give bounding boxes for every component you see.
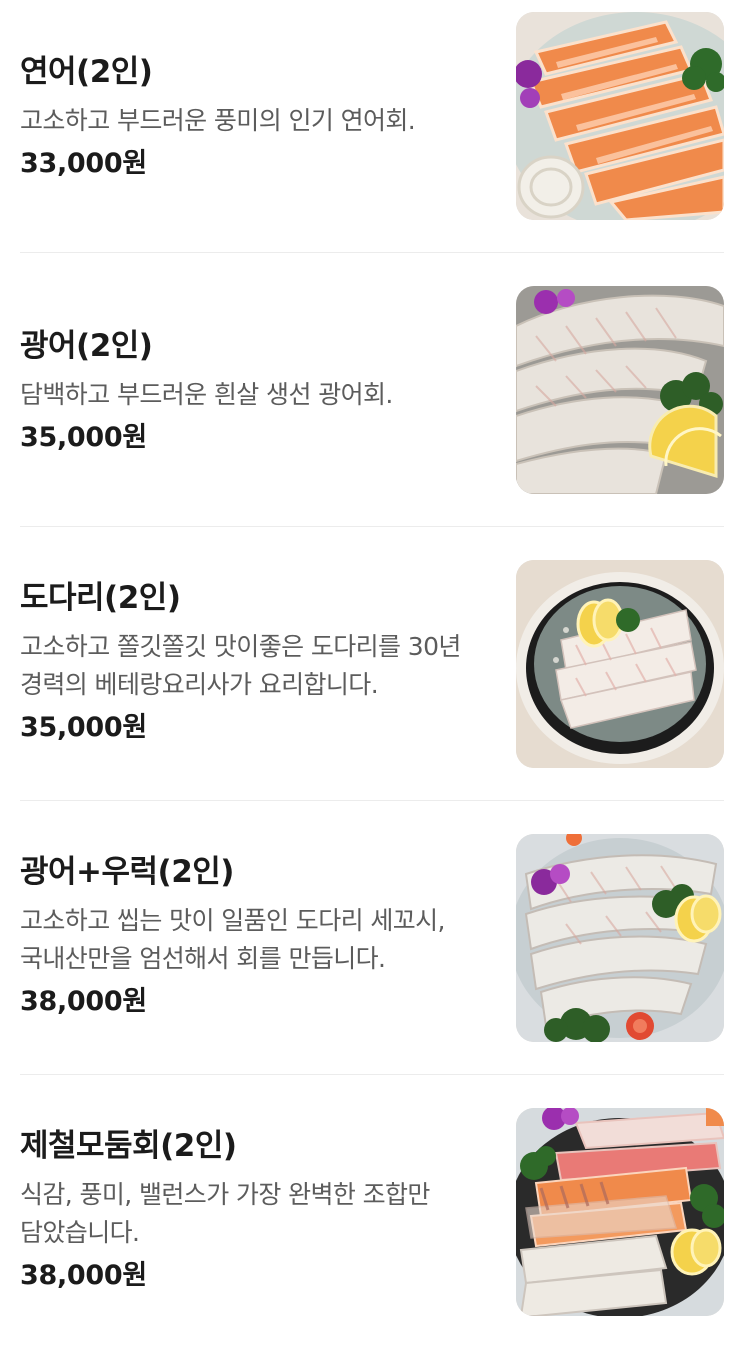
- flatfish-rockfish-sashimi-photo-icon: [516, 834, 724, 1042]
- menu-item-text: 도다리(2인) 고소하고 쫄깃쫄깃 맛이좋은 도다리를 30년 경력의 베테랑요…: [20, 578, 490, 748]
- flounder-sashimi-photo-icon: [516, 560, 724, 768]
- menu-item-seasonal-assorted[interactable]: 제철모둠회(2인) 식감, 풍미, 밸런스가 가장 완벽한 조합만 담았습니다.…: [0, 1096, 750, 1370]
- menu-item-price: 35,000원: [20, 712, 147, 743]
- menu-item-description: 식감, 풍미, 밸런스가 가장 완벽한 조합만 담았습니다.: [20, 1180, 430, 1247]
- menu-item-price: 38,000원: [20, 986, 147, 1017]
- menu-item-description: 고소하고 부드러운 풍미의 인기 연어회.: [20, 106, 416, 135]
- menu-item-photo[interactable]: [516, 1108, 724, 1316]
- divider: [20, 1074, 724, 1075]
- menu-item-text: 광어+우럭(2인) 고소하고 씹는 맛이 일품인 도다리 세꼬시, 국내산만을 …: [20, 852, 490, 1022]
- divider: [20, 526, 724, 527]
- divider: [20, 252, 724, 253]
- menu-item-photo[interactable]: [516, 12, 724, 220]
- menu-item-flatfish-rockfish[interactable]: 광어+우럭(2인) 고소하고 씹는 맛이 일품인 도다리 세꼬시, 국내산만을 …: [0, 822, 750, 1096]
- menu-item-text: 광어(2인) 담백하고 부드러운 흰살 생선 광어회. 35,000원: [20, 326, 490, 458]
- menu-item-description: 담백하고 부드러운 흰살 생선 광어회.: [20, 380, 393, 409]
- menu-item-name: 제철모둠회(2인): [20, 1128, 237, 1164]
- menu-item-flatfish[interactable]: 광어(2인) 담백하고 부드러운 흰살 생선 광어회. 35,000원: [0, 274, 750, 548]
- seasonal-assorted-sashimi-photo-icon: [516, 1108, 724, 1316]
- menu-item-price: 33,000원: [20, 148, 147, 179]
- menu-item-name: 광어+우럭(2인): [20, 854, 234, 890]
- menu-item-photo[interactable]: [516, 834, 724, 1042]
- flatfish-sashimi-photo-icon: [516, 286, 724, 494]
- menu-item-description: 고소하고 쫄깃쫄깃 맛이좋은 도다리를 30년 경력의 베테랑요리사가 요리합니…: [20, 632, 461, 699]
- menu-item-flounder[interactable]: 도다리(2인) 고소하고 쫄깃쫄깃 맛이좋은 도다리를 30년 경력의 베테랑요…: [0, 548, 750, 822]
- menu-item-text: 제철모둠회(2인) 식감, 풍미, 밸런스가 가장 완벽한 조합만 담았습니다.…: [20, 1126, 490, 1296]
- menu-item-name: 광어(2인): [20, 328, 153, 364]
- menu-item-name: 연어(2인): [20, 54, 153, 90]
- menu-item-text: 연어(2인) 고소하고 부드러운 풍미의 인기 연어회. 33,000원: [20, 52, 490, 184]
- menu-item-price: 35,000원: [20, 422, 147, 453]
- menu-item-description: 고소하고 씹는 맛이 일품인 도다리 세꼬시, 국내산만을 엄선해서 회를 만듭…: [20, 906, 445, 973]
- salmon-sashimi-photo-icon: [516, 12, 724, 220]
- menu-item-photo[interactable]: [516, 286, 724, 494]
- menu-item-photo[interactable]: [516, 560, 724, 768]
- menu-list: 연어(2인) 고소하고 부드러운 풍미의 인기 연어회. 33,000원 광어(…: [0, 0, 750, 1340]
- menu-item-name: 도다리(2인): [20, 580, 181, 616]
- menu-item-salmon[interactable]: 연어(2인) 고소하고 부드러운 풍미의 인기 연어회. 33,000원: [0, 0, 750, 274]
- divider: [20, 800, 724, 801]
- menu-item-price: 38,000원: [20, 1260, 147, 1291]
